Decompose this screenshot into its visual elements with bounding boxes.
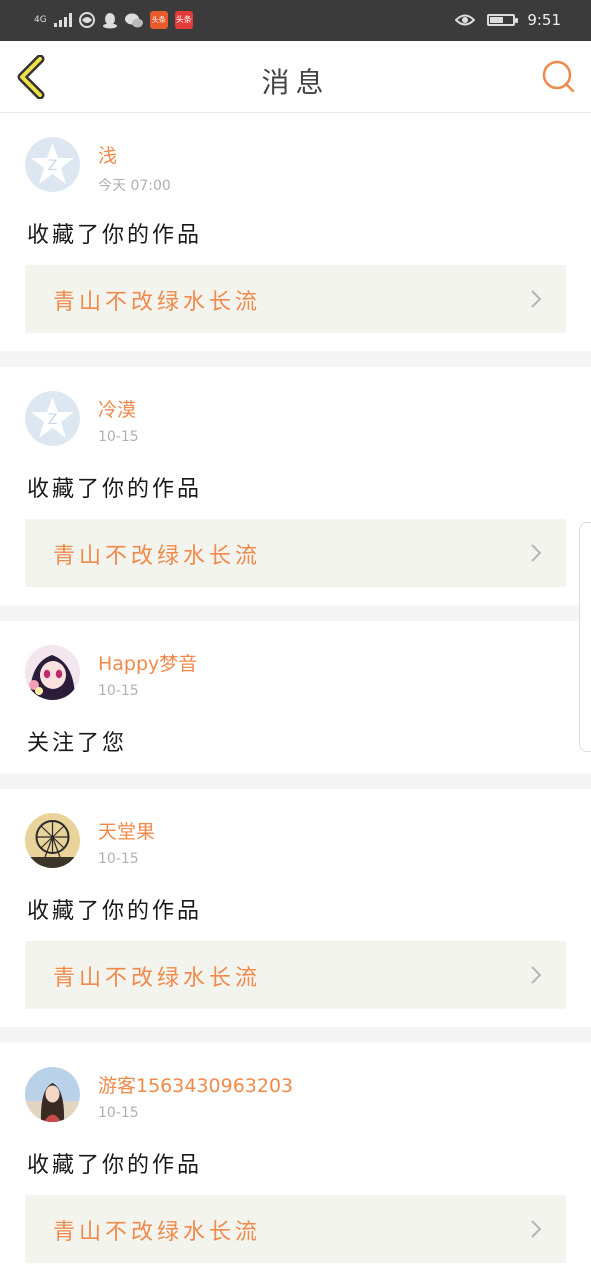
girl-photo-avatar[interactable] (25, 1067, 80, 1122)
message-time: 10-15 (98, 429, 139, 445)
default-avatar-icon[interactable]: Z (25, 391, 80, 446)
username[interactable]: Happy梦音 (98, 649, 197, 676)
message-text: 收藏了你的作品 (27, 477, 203, 502)
message-text: 收藏了你的作品 (27, 223, 203, 248)
message-text: 关注了您 (27, 731, 128, 756)
message-time: 10-15 (98, 683, 139, 699)
username[interactable]: 浅 (98, 141, 117, 168)
status-time: 9:51 (527, 11, 561, 29)
page-title: 消息 (261, 66, 330, 99)
status-bar-right: 9:51 (455, 10, 561, 30)
chevron-right-icon (531, 544, 542, 562)
message-time: 今天 07:00 (98, 178, 171, 194)
anime-girl-avatar[interactable] (25, 645, 80, 700)
svg-text:Z: Z (48, 158, 58, 174)
work-title: 青山不改绿水长流 (53, 290, 262, 315)
battery-level (490, 17, 504, 23)
divider (0, 773, 591, 789)
message-text: 收藏了你的作品 (27, 1153, 203, 1178)
work-card[interactable]: 青山不改绿水长流 (25, 265, 566, 333)
message-text: 收藏了你的作品 (27, 899, 203, 924)
game-app-icon: 头条 (174, 11, 193, 29)
divider (0, 351, 591, 367)
battery-icon (487, 14, 519, 26)
browser-icon (78, 12, 95, 28)
default-avatar-icon[interactable]: Z (25, 137, 80, 192)
message-list: Z 浅 今天 07:00 收藏了你的作品 青山不改绿水长流 Z 冷漠 10-15… (0, 113, 591, 1281)
work-title: 青山不改绿水长流 (53, 966, 262, 991)
network-indicator: 4G (34, 14, 47, 25)
divider (0, 605, 591, 621)
divider (0, 1027, 591, 1043)
search-icon[interactable] (541, 59, 577, 95)
work-title: 青山不改绿水长流 (53, 544, 262, 569)
top-nav-bar: 消息 (0, 41, 591, 113)
svg-text:Z: Z (48, 412, 58, 428)
qq-icon (102, 12, 117, 28)
chevron-right-icon (531, 1220, 542, 1238)
news-app-icon: 头条 (149, 11, 168, 29)
chevron-right-icon (531, 290, 542, 308)
message-item[interactable]: Happy梦音 10-15 关注了您 (0, 621, 591, 773)
message-item[interactable]: Z 浅 今天 07:00 收藏了你的作品 青山不改绿水长流 (0, 113, 591, 351)
ferris-wheel-avatar[interactable] (25, 813, 80, 868)
side-drawer-handle[interactable] (579, 522, 591, 752)
username[interactable]: 冷漠 (98, 395, 136, 422)
wechat-icon (124, 13, 143, 27)
status-bar-left: 4G 头条 头条 (34, 10, 193, 30)
work-title: 青山不改绿水长流 (53, 1220, 262, 1245)
work-card[interactable]: 青山不改绿水长流 (25, 1195, 566, 1263)
signal-icon (53, 13, 72, 27)
username[interactable]: 天堂果 (98, 817, 155, 844)
work-card[interactable]: 青山不改绿水长流 (25, 941, 566, 1009)
message-item[interactable]: 天堂果 10-15 收藏了你的作品 青山不改绿水长流 (0, 789, 591, 1027)
username[interactable]: 游客1563430963203 (98, 1071, 293, 1098)
eye-icon (455, 14, 476, 26)
message-item[interactable]: Z 冷漠 10-15 收藏了你的作品 青山不改绿水长流 (0, 367, 591, 605)
message-item[interactable]: 游客1563430963203 10-15 收藏了你的作品 青山不改绿水长流 (0, 1043, 591, 1281)
status-bar: 4G 头条 头条 9:51 (0, 0, 591, 41)
message-time: 10-15 (98, 851, 139, 867)
chevron-right-icon (531, 966, 542, 984)
work-card[interactable]: 青山不改绿水长流 (25, 519, 566, 587)
message-time: 10-15 (98, 1105, 139, 1121)
